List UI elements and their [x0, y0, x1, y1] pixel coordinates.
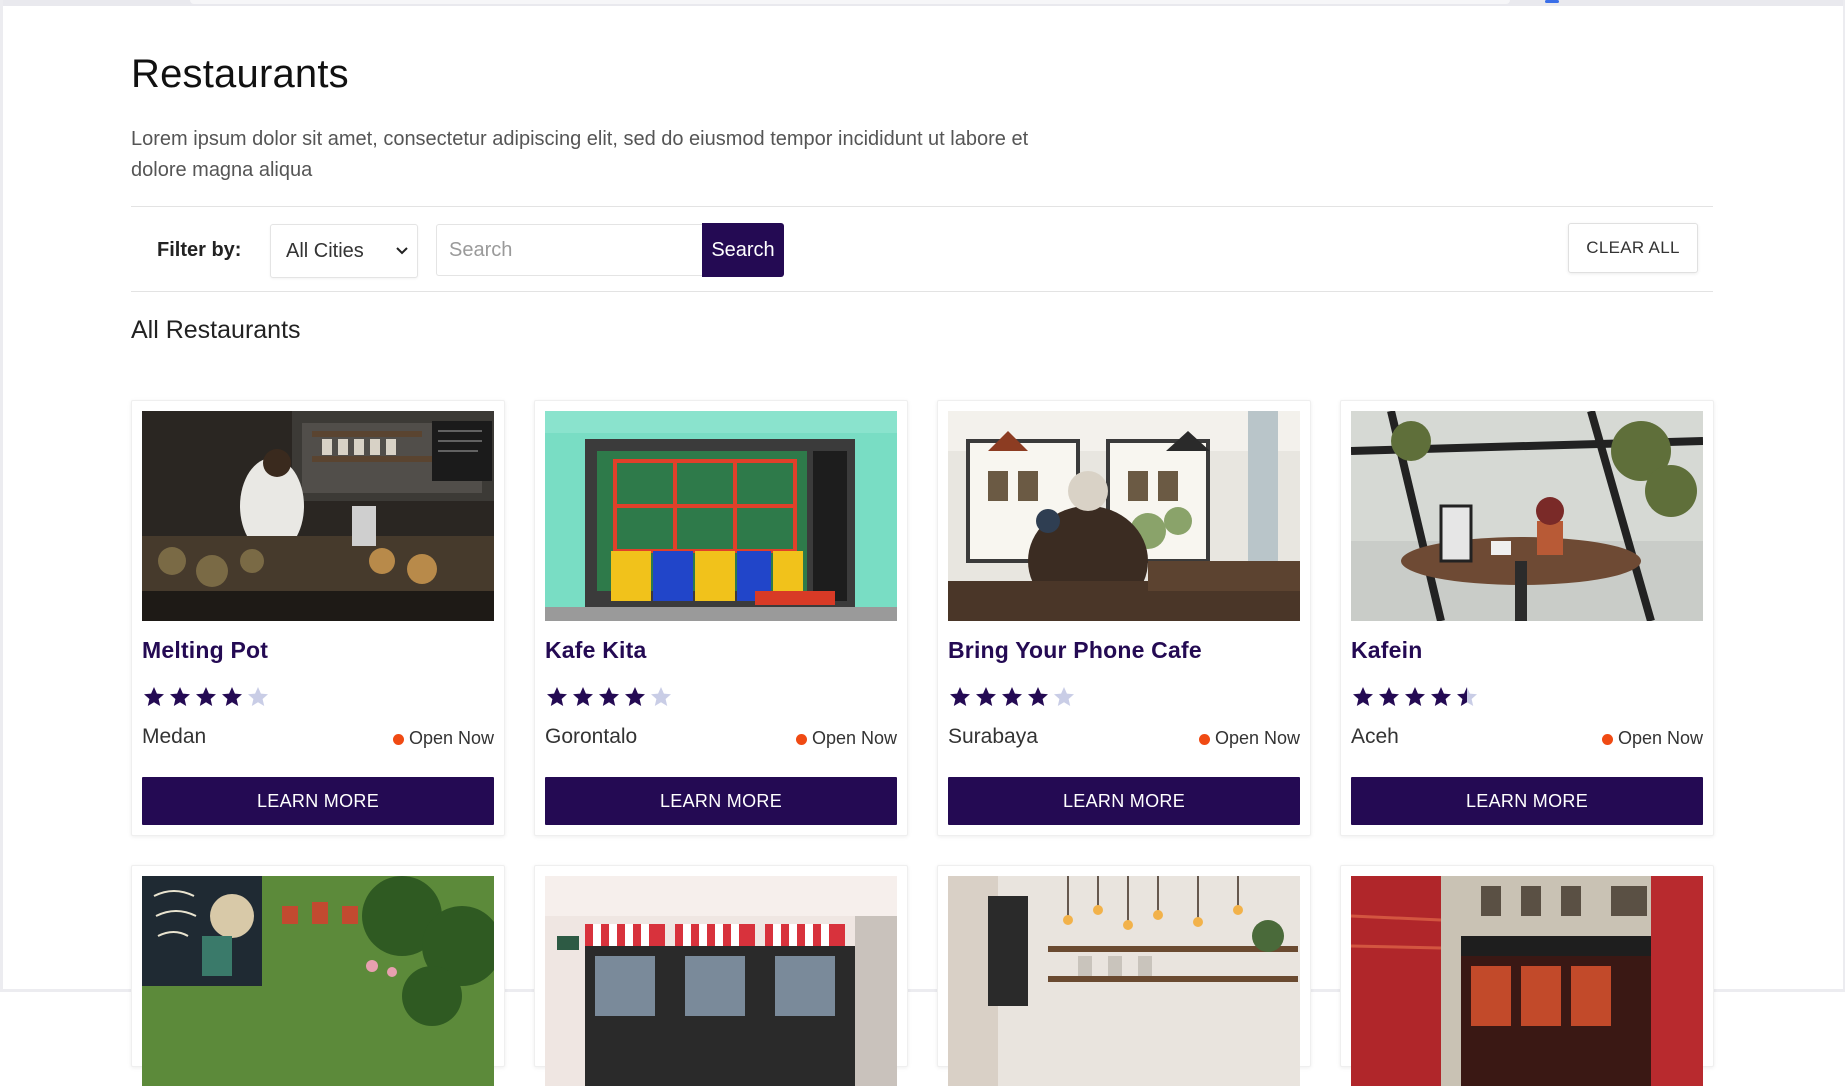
- section-title: All Restaurants: [131, 316, 301, 344]
- open-status: Open Now: [795, 728, 897, 749]
- search-button[interactable]: Search: [702, 223, 784, 277]
- image-london-street: [1351, 876, 1703, 1086]
- star-icon: [1403, 685, 1429, 709]
- restaurant-city: Surabaya: [948, 725, 1038, 748]
- star-icon: [142, 685, 168, 709]
- cafe-interior-photo[interactable]: [948, 411, 1300, 621]
- status-dot-icon: [392, 734, 404, 745]
- restaurant-card: [534, 865, 908, 1086]
- garden-cafe-photo[interactable]: [142, 876, 494, 1086]
- restaurant-card: Bring Your Phone Cafe Surabaya Open Now …: [937, 400, 1311, 836]
- status-text: Open Now: [1617, 728, 1703, 748]
- learn-more-button[interactable]: LEARN MORE: [948, 777, 1300, 825]
- restaurant-city: Gorontalo: [545, 725, 638, 748]
- star-icon: [1351, 685, 1377, 709]
- star-rating: [545, 685, 675, 709]
- restaurant-card: [131, 865, 505, 1086]
- open-status: Open Now: [1198, 728, 1300, 749]
- image-cafe-interior: [948, 411, 1300, 621]
- star-rating: [1351, 685, 1481, 709]
- restaurant-card: Kafein Aceh Open Now LEARN MORE: [1340, 400, 1714, 836]
- clear-all-button[interactable]: CLEAR ALL: [1568, 223, 1698, 273]
- restaurant-name[interactable]: Bring Your Phone Cafe: [948, 637, 1202, 664]
- star-rating: [142, 685, 272, 709]
- star-icon: [1377, 685, 1403, 709]
- star-icon: [1455, 685, 1481, 709]
- star-icon: [571, 685, 597, 709]
- image-table: [1351, 411, 1703, 621]
- star-icon: [948, 685, 974, 709]
- open-status: Open Now: [392, 728, 494, 749]
- star-icon: [623, 685, 649, 709]
- learn-more-button[interactable]: LEARN MORE: [142, 777, 494, 825]
- star-icon: [974, 685, 1000, 709]
- image-awning-shop: [545, 876, 897, 1086]
- address-bar-edge: [190, 0, 1510, 4]
- london-street-photo[interactable]: [1351, 876, 1703, 1086]
- restaurant-city: Aceh: [1351, 725, 1399, 748]
- status-text: Open Now: [811, 728, 897, 748]
- star-rating: [948, 685, 1078, 709]
- storefront-photo[interactable]: [545, 411, 897, 621]
- browser-top-edge: [0, 0, 1845, 6]
- restaurant-card: [937, 865, 1311, 1086]
- star-icon: [220, 685, 246, 709]
- restaurant-name[interactable]: Melting Pot: [142, 637, 268, 664]
- hanging-lights-photo[interactable]: [948, 876, 1300, 1086]
- star-icon: [649, 685, 675, 709]
- restaurant-card: Melting Pot Medan Open Now LEARN MORE: [131, 400, 505, 836]
- status-dot-icon: [1198, 734, 1210, 745]
- image-garden-cafe: [142, 876, 494, 1086]
- table-photo[interactable]: [1351, 411, 1703, 621]
- city-select[interactable]: All Cities: [270, 224, 418, 278]
- star-icon: [545, 685, 571, 709]
- star-icon: [1000, 685, 1026, 709]
- status-text: Open Now: [408, 728, 494, 748]
- status-text: Open Now: [1214, 728, 1300, 748]
- star-icon: [1026, 685, 1052, 709]
- city-select-value: All Cities: [286, 240, 364, 262]
- star-icon: [194, 685, 220, 709]
- awning-shop-photo[interactable]: [545, 876, 897, 1086]
- image-hanging-lights: [948, 876, 1300, 1086]
- status-dot-icon: [795, 734, 807, 745]
- restaurant-card: Kafe Kita Gorontalo Open Now LEARN MORE: [534, 400, 908, 836]
- restaurant-city: Medan: [142, 725, 207, 748]
- star-icon: [597, 685, 623, 709]
- star-icon: [246, 685, 272, 709]
- star-icon: [1429, 685, 1455, 709]
- search-input[interactable]: [436, 224, 702, 276]
- filter-bar: Filter by: All Cities Search CLEAR ALL: [131, 206, 1713, 292]
- page-description: Lorem ipsum dolor sit amet, consectetur …: [131, 128, 1029, 181]
- learn-more-button[interactable]: LEARN MORE: [1351, 777, 1703, 825]
- page-title: Restaurants: [131, 52, 349, 96]
- restaurant-card: [1340, 865, 1714, 1086]
- chevron-down-icon: [396, 247, 408, 255]
- learn-more-button[interactable]: LEARN MORE: [545, 777, 897, 825]
- restaurant-name[interactable]: Kafe Kita: [545, 637, 647, 664]
- image-kitchen: [142, 411, 494, 621]
- window-edge-left: [0, 0, 3, 992]
- filter-label: Filter by:: [157, 239, 242, 261]
- kitchen-photo[interactable]: [142, 411, 494, 621]
- browser-indicator: [1545, 0, 1559, 3]
- star-icon: [168, 685, 194, 709]
- star-icon: [1052, 685, 1078, 709]
- open-status: Open Now: [1601, 728, 1703, 749]
- status-dot-icon: [1601, 734, 1613, 745]
- restaurant-name[interactable]: Kafein: [1351, 637, 1423, 664]
- image-storefront: [545, 411, 897, 621]
